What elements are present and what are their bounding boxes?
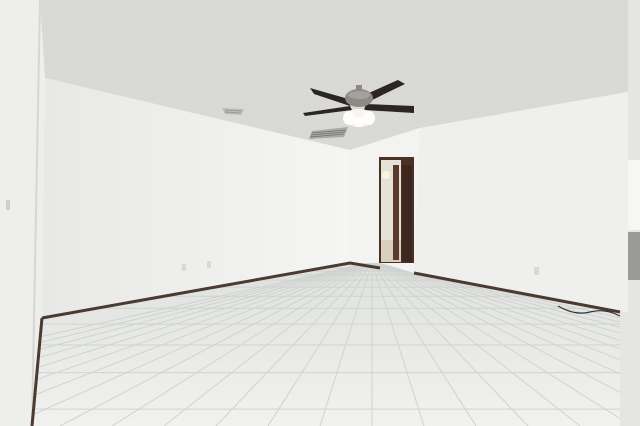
room-photo: [0, 0, 640, 426]
wall-outlet-2: [207, 261, 211, 268]
light-switch-icon: [6, 200, 10, 210]
hallway-light-icon: [382, 171, 390, 179]
countertop-edge: [628, 232, 640, 280]
hallway-door-frame: [393, 165, 399, 260]
air-vent: [222, 108, 244, 115]
wall-outlet-3: [534, 267, 539, 275]
wall-outlet: [182, 264, 186, 271]
cabinet-edge: [628, 160, 640, 230]
open-door: [402, 165, 412, 262]
